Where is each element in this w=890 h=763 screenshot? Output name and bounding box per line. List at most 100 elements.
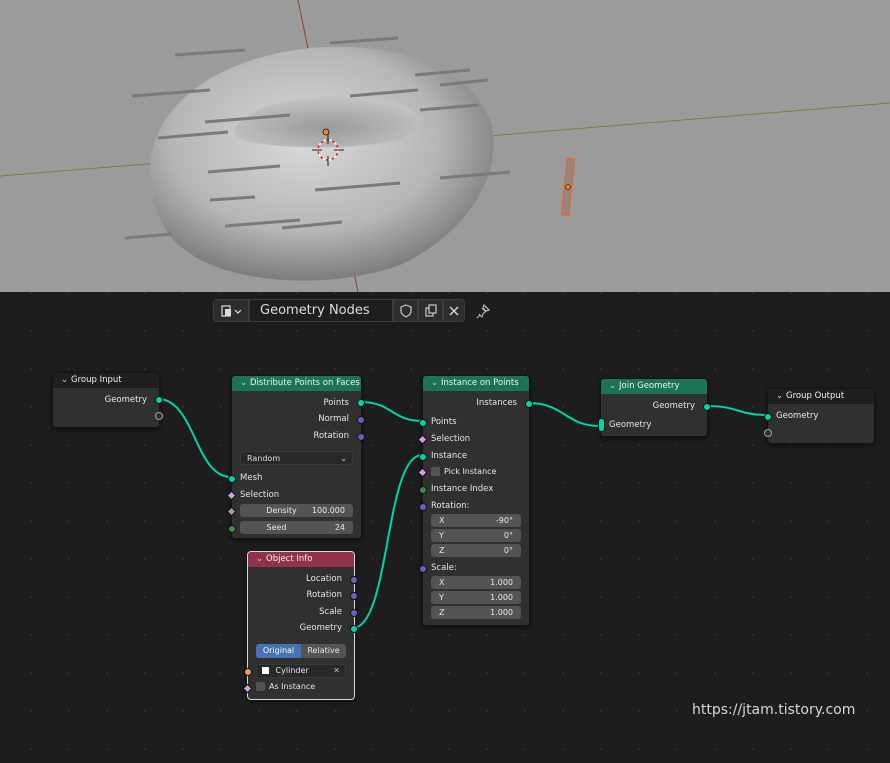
original-button[interactable]: Original [256,644,301,658]
editor-type-button[interactable] [213,299,249,322]
node-title: Object Info [266,554,313,564]
object-icon [262,667,269,674]
output-rotation-socket[interactable] [350,592,358,600]
input-object-socket[interactable] [244,668,252,676]
watermark-text: https://jtam.tistory.com [692,702,856,718]
duplicate-button[interactable] [418,299,443,322]
input-mesh-label: Mesh [240,473,263,483]
clear-object-icon[interactable]: ✕ [333,665,340,677]
input-rotation-socket[interactable] [419,503,427,511]
seed-field[interactable]: Seed 24 [240,521,353,534]
density-field[interactable]: Density 100.000 [240,504,353,517]
scale-x-value: 1.000 [490,578,513,587]
group-output-node[interactable]: ⌄ Group Output Geometry [764,388,875,444]
fake-user-shield-icon [399,303,412,318]
input-mesh-socket[interactable] [228,475,236,483]
relative-button[interactable]: Relative [301,644,346,658]
join-geometry-node[interactable]: ⌄ Join Geometry Geometry Geometry [598,378,711,437]
node-title: Group Input [71,375,122,385]
output-normal-socket[interactable] [357,416,365,424]
distribute-points-node[interactable]: ⌄ Distribute Points on Faces Points Norma… [226,375,365,539]
duplicate-icon [424,303,437,317]
instance-on-points-node[interactable]: ⌄ Instance on Points Instances Points Sel… [417,375,533,626]
selected-cylinder-object [560,157,576,217]
pin-button[interactable] [471,299,495,322]
input-selection-label: Selection [431,434,471,444]
input-scale-socket[interactable] [419,565,427,573]
torus-mesh [150,46,494,281]
input-geometry-socket[interactable] [764,413,772,421]
pin-icon [476,303,491,318]
input-geometry-label: Geometry [776,411,819,421]
output-rotation-label: Rotation [306,590,342,600]
object-info-node[interactable]: ⌄ Object Info Location Rotation Scale Geo… [242,551,358,700]
node-tree-name-field[interactable]: Geometry Nodes [249,299,393,322]
fake-user-button[interactable] [393,299,418,322]
empty-input-socket[interactable] [764,429,772,437]
output-points-label: Points [323,398,349,408]
output-location-label: Location [306,574,342,584]
group-input-node[interactable]: ⌄ Group Input Geometry [52,372,163,428]
rotation-x-field[interactable]: X -90° [431,514,521,527]
output-normal-label: Normal [318,414,349,424]
seed-value: 24 [334,523,345,532]
output-geometry-socket[interactable] [350,625,358,633]
input-points-label: Points [431,417,457,427]
as-instance-label: As Instance [269,682,316,691]
input-instance-socket[interactable] [419,453,427,461]
output-location-socket[interactable] [350,576,358,584]
3d-viewport[interactable] [0,0,890,292]
as-instance-checkbox[interactable]: As Instance [256,680,315,694]
collapse-chevron-icon[interactable]: ⌄ [240,376,250,391]
collapse-chevron-icon[interactable]: ⌄ [256,552,266,567]
node-header[interactable]: ⌄ Join Geometry [601,379,707,394]
empty-output-socket[interactable] [155,412,163,420]
node-header[interactable]: ⌄ Group Output [768,389,874,404]
input-instance-index-socket[interactable] [419,486,427,494]
pick-instance-checkbox[interactable]: Pick Instance [431,465,496,479]
scale-y-field[interactable]: Y 1.000 [431,591,521,604]
output-geometry-label: Geometry [299,623,342,633]
rotation-y-field[interactable]: Y 0° [431,529,521,542]
pick-instance-label: Pick Instance [444,467,497,476]
input-points-socket[interactable] [419,419,427,427]
node-tree-header: Geometry Nodes [213,298,495,323]
unlink-button[interactable] [443,299,465,322]
rotation-z-value: 0° [503,546,513,555]
input-geometry-multi-socket[interactable] [598,418,605,432]
rotation-z-field[interactable]: Z 0° [431,544,521,557]
output-geometry-socket[interactable] [155,396,163,404]
output-instances-socket[interactable] [525,400,533,408]
output-rotation-socket[interactable] [357,433,365,441]
input-geometry-label: Geometry [609,420,652,430]
viewport-scene [0,0,890,292]
rotation-label: Rotation: [431,501,470,511]
node-header[interactable]: ⌄ Group Input [53,373,159,388]
output-scale-socket[interactable] [350,609,358,617]
node-header[interactable]: ⌄ Instance on Points [423,376,529,391]
node-tree-name: Geometry Nodes [260,303,370,318]
node-editor-icon [221,304,242,317]
density-value: 100.000 [311,506,345,515]
checkbox-icon [431,467,440,476]
object-field[interactable]: Cylinder ✕ [256,664,346,678]
checkbox-icon [256,682,265,691]
distribute-method-dropdown[interactable]: Random ⌄ [240,451,353,465]
output-instances-label: Instances [476,398,517,408]
node-header[interactable]: ⌄ Distribute Points on Faces [232,376,361,391]
collapse-chevron-icon[interactable]: ⌄ [431,376,441,391]
output-points-socket[interactable] [357,399,365,407]
collapse-chevron-icon[interactable]: ⌄ [61,373,71,388]
collapse-chevron-icon[interactable]: ⌄ [776,389,786,404]
scale-x-field[interactable]: X 1.000 [431,576,521,589]
output-geometry-socket[interactable] [703,403,711,411]
input-seed-socket[interactable] [228,525,236,533]
scale-label: Scale: [431,563,457,573]
collapse-chevron-icon[interactable]: ⌄ [609,379,619,394]
scale-z-value: 1.000 [490,608,513,617]
seed-label: Seed [266,523,287,532]
node-header[interactable]: ⌄ Object Info [248,552,354,567]
close-icon [449,306,459,315]
rotation-y-value: 0° [503,531,513,540]
scale-z-field[interactable]: Z 1.000 [431,606,521,619]
